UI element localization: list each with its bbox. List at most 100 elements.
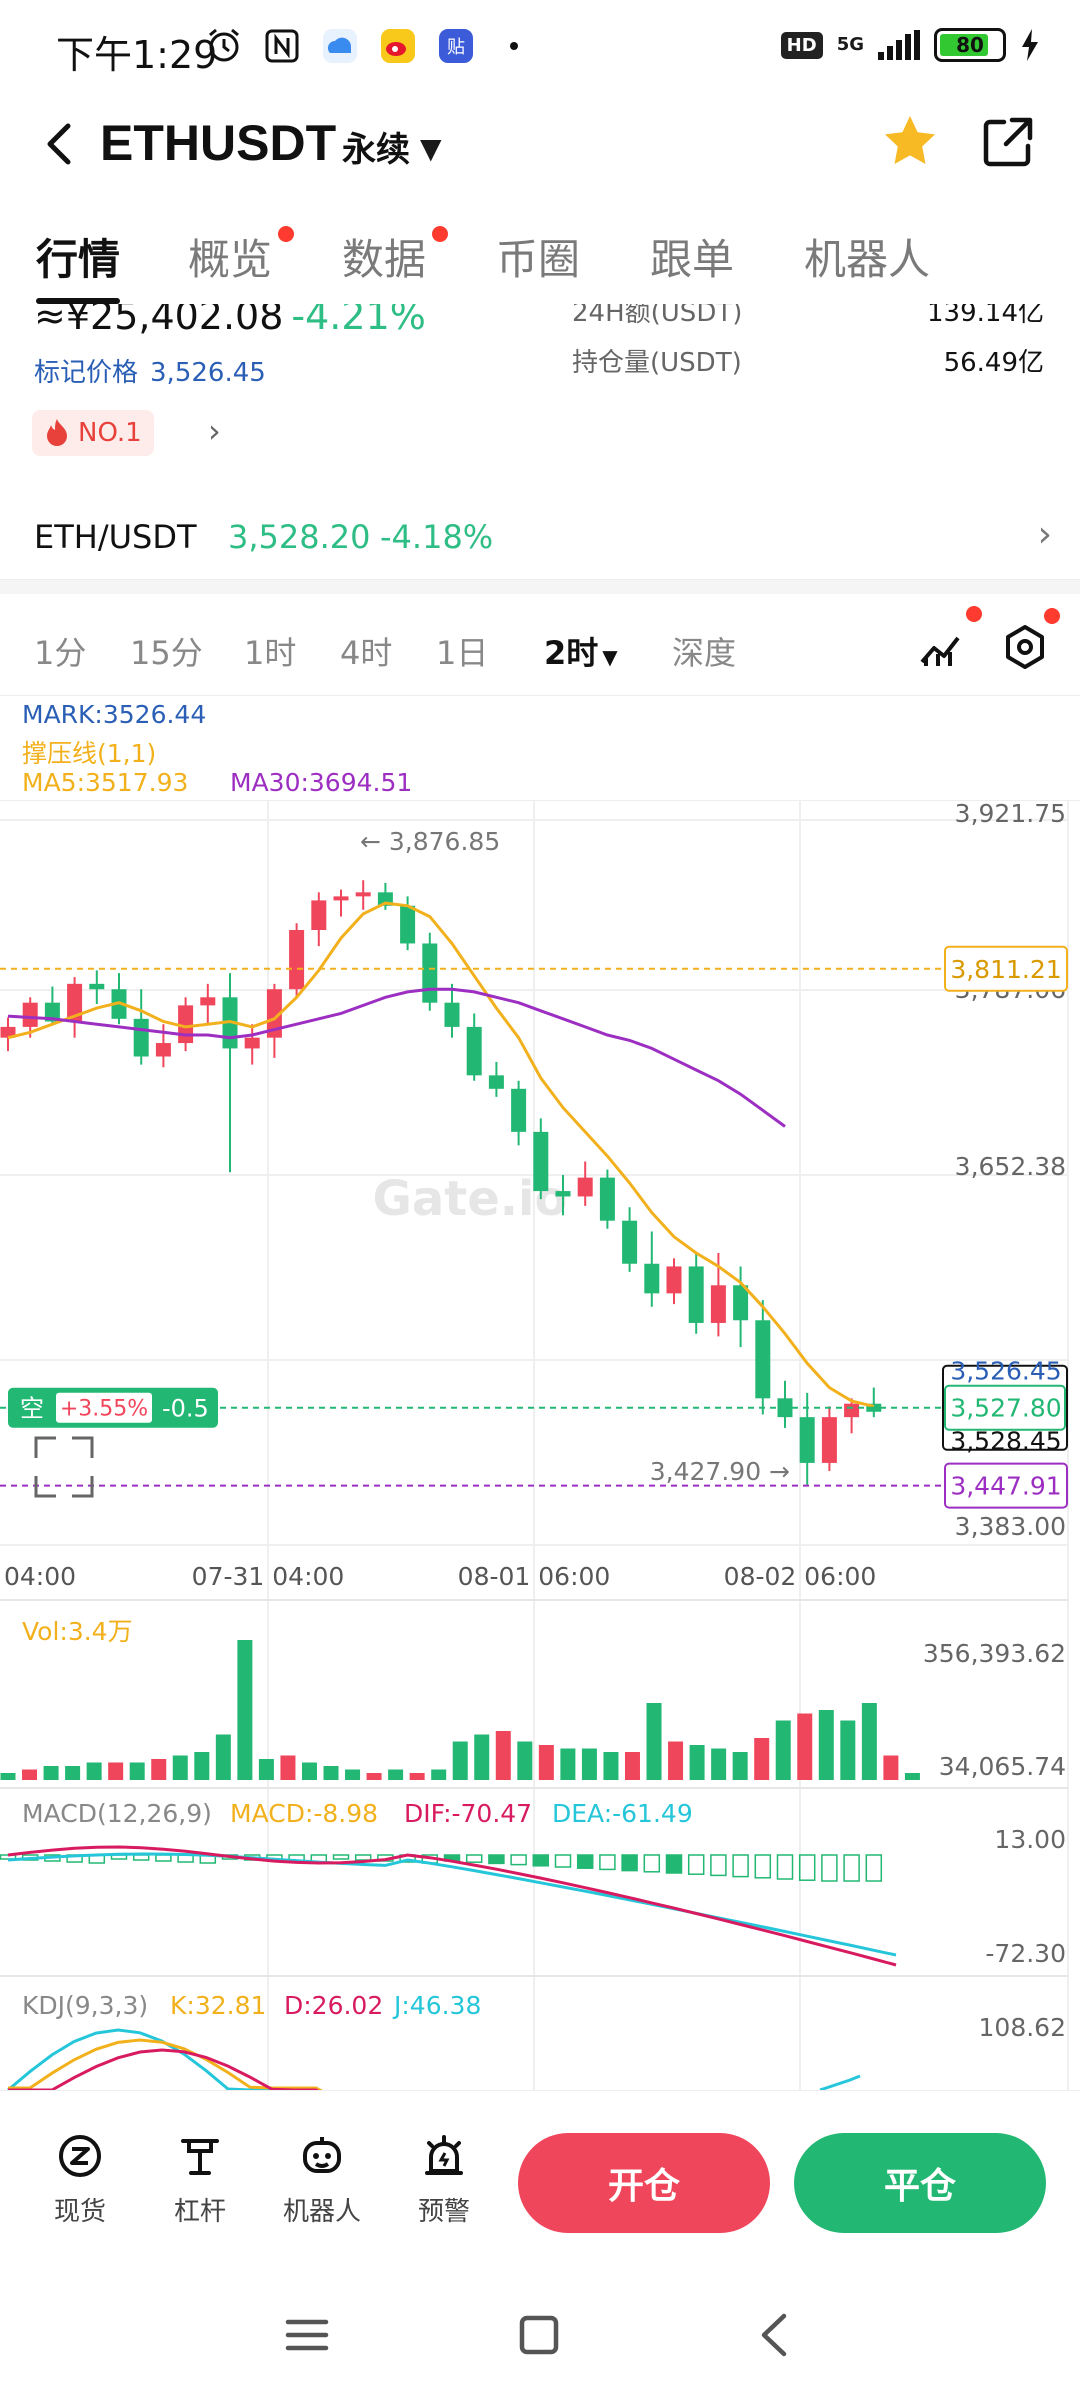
macd-histogram-bar <box>732 1854 749 1878</box>
share-button[interactable] <box>978 112 1038 172</box>
macd-histogram-bar <box>821 1854 838 1882</box>
bottom-action-bar: 现货 杠杆 机器人 预警 开仓 平仓 <box>0 2090 1080 2270</box>
macd-histogram-bar <box>599 1854 616 1871</box>
home-nav-button[interactable] <box>504 2300 574 2370</box>
back-nav-button[interactable] <box>740 2300 810 2370</box>
tab-overview[interactable]: 概览 <box>188 226 272 287</box>
macd-value: MACD:-8.98 <box>230 1799 378 1828</box>
volume-bar <box>883 1755 899 1780</box>
back-button[interactable] <box>30 114 90 174</box>
support-indicator-label: 撑压线(1,1) <box>22 739 157 768</box>
volume-bar <box>388 1769 404 1780</box>
spot-icon <box>59 2135 101 2177</box>
chevron-left-icon <box>47 123 71 165</box>
caret-down-icon: ▼ <box>602 645 618 669</box>
candle-body <box>622 1220 638 1264</box>
system-nav-bar <box>0 2270 1080 2400</box>
spot-nav-label: 现货 <box>53 2197 106 2227</box>
ma30-label: MA30:3694.51 <box>230 768 413 797</box>
bot-nav[interactable]: 机器人 <box>272 2131 372 2228</box>
chevron-right-icon[interactable]: › <box>208 412 221 450</box>
candle-body <box>511 1088 527 1132</box>
ma5-line <box>7 901 875 1408</box>
mark-price-value: 3,526.45 <box>150 358 266 388</box>
macd-histogram-bar <box>798 1854 816 1881</box>
rank-badge[interactable]: NO.1 <box>32 410 154 456</box>
candle-body <box>133 1018 149 1057</box>
candle-body <box>333 896 349 901</box>
j-value: J:46.38 <box>392 1991 481 2020</box>
volume-bar <box>151 1759 167 1780</box>
pair-title[interactable]: ETHUSDT <box>100 114 336 172</box>
margin-nav[interactable]: 杠杆 <box>150 2131 250 2228</box>
candle-body <box>710 1285 726 1323</box>
open-position-button[interactable]: 开仓 <box>518 2133 770 2233</box>
volume-bar <box>172 1755 188 1780</box>
favorite-button[interactable] <box>880 112 940 172</box>
weibo-icon <box>378 26 418 66</box>
section-divider <box>0 580 1080 594</box>
volume-bar <box>754 1738 770 1780</box>
candle-body <box>577 1177 593 1197</box>
candle-body <box>755 1320 771 1399</box>
indicator-button[interactable] <box>916 622 966 672</box>
kline-chart[interactable]: 3,921.753,787.063,652.383,383.0004:0007-… <box>0 800 1080 2090</box>
volume-bar <box>538 1745 554 1780</box>
chart-settings-button[interactable] <box>1000 622 1050 672</box>
candle-body <box>644 1263 660 1294</box>
kdj-label: KDJ(9,3,3) <box>22 1991 148 2020</box>
tab-copytrade[interactable]: 跟单 <box>650 226 734 287</box>
svg-text:贴: 贴 <box>447 37 465 58</box>
alarm-icon <box>204 26 244 66</box>
macd-histogram-bar <box>510 1854 527 1866</box>
volume-bar <box>237 1640 253 1780</box>
macd-histogram-bar <box>843 1854 860 1882</box>
alert-nav-label: 预警 <box>417 2197 470 2227</box>
candle-body <box>466 1026 482 1076</box>
tab-bots[interactable]: 机器人 <box>804 226 930 287</box>
interval-15m[interactable]: 15分 <box>130 628 203 674</box>
menu-nav-button[interactable] <box>272 2300 342 2370</box>
caret-down-icon[interactable]: ▼ <box>420 132 442 165</box>
volume-bar <box>108 1762 124 1780</box>
volume-bar <box>732 1752 748 1780</box>
volume-bar <box>904 1773 920 1780</box>
candle-body <box>155 1043 171 1057</box>
position-pnl: +3.55% <box>60 1397 148 1422</box>
interval-depth[interactable]: 深度 <box>672 628 736 674</box>
rank-text: NO.1 <box>78 418 142 448</box>
volume-bar <box>301 1762 317 1780</box>
network-type: 5G <box>836 34 864 55</box>
macd-histogram-bar <box>865 1854 883 1882</box>
spot-pair-row[interactable]: ETH/USDT 3,528.20 -4.18% › <box>0 500 1080 580</box>
hd-badge: HD <box>780 31 823 59</box>
interval-2h-label: 2时 <box>544 634 599 672</box>
candle-body <box>355 892 371 897</box>
volume-bar <box>345 1769 361 1780</box>
volume-max-label: 356,393.62 <box>923 1639 1066 1668</box>
alert-nav[interactable]: 预警 <box>394 2131 494 2228</box>
macd-histogram-bar <box>554 1854 572 1868</box>
volume-bar <box>194 1752 210 1780</box>
interval-4h[interactable]: 4时 <box>340 628 392 674</box>
tieba-icon: 贴 <box>436 26 476 66</box>
d-line <box>8 2048 320 2090</box>
tab-circle[interactable]: 币圈 <box>496 226 580 287</box>
high-annotation: ← 3,876.85 <box>360 827 500 856</box>
interval-1h[interactable]: 1时 <box>244 628 296 674</box>
status-time: 下午1:29 <box>56 33 218 77</box>
macd-histogram-bar <box>155 1854 172 1862</box>
close-position-button[interactable]: 平仓 <box>794 2133 1046 2233</box>
interval-1d[interactable]: 1日 <box>436 628 488 674</box>
menu-icon <box>285 2319 329 2351</box>
nfc-icon <box>262 26 302 66</box>
robot-icon <box>303 2137 341 2173</box>
tab-market[interactable]: 行情 <box>36 226 120 287</box>
contract-type[interactable]: 永续 <box>342 122 410 171</box>
tab-data[interactable]: 数据 <box>342 226 426 287</box>
volume-bar <box>280 1755 296 1780</box>
interval-2h[interactable]: 2时 ▼ <box>544 628 618 674</box>
interval-1m[interactable]: 1分 <box>34 628 86 674</box>
spot-nav[interactable]: 现货 <box>30 2131 130 2228</box>
price-change: -4.21% <box>291 294 426 338</box>
